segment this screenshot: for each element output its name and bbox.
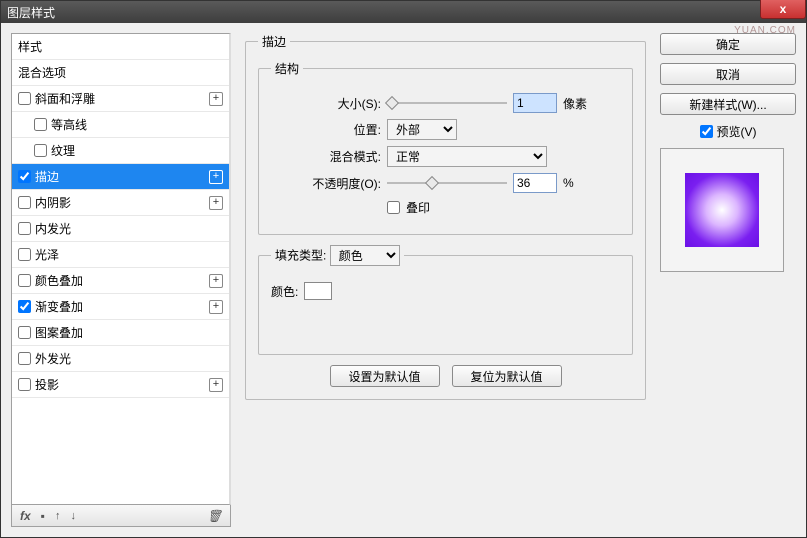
styles-header-styles[interactable]: 样式 bbox=[12, 34, 229, 60]
watermark: YUAN.COM bbox=[734, 25, 796, 36]
color-label: 颜色: bbox=[271, 283, 298, 300]
fx-icon[interactable]: fx bbox=[20, 509, 31, 523]
checkbox-drop-shadow[interactable] bbox=[18, 378, 31, 391]
styles-header-blend-options[interactable]: 混合选项 bbox=[12, 60, 229, 86]
position-row: 位置: 外部 bbox=[271, 119, 620, 140]
close-button[interactable]: x bbox=[760, 0, 806, 19]
filltype-select[interactable]: 颜色 bbox=[330, 245, 400, 266]
checkbox-stroke[interactable] bbox=[18, 170, 31, 183]
opacity-unit: % bbox=[563, 176, 574, 190]
cancel-button[interactable]: 取消 bbox=[660, 63, 796, 85]
style-item-outer-glow[interactable]: 外发光 bbox=[12, 346, 229, 372]
new-style-button[interactable]: 新建样式(W)... bbox=[660, 93, 796, 115]
structure-group: 结构 大小(S): 像素 位置: 外部 bbox=[258, 60, 633, 235]
preview-checkbox[interactable] bbox=[700, 125, 713, 138]
opacity-slider[interactable] bbox=[387, 176, 507, 190]
position-label: 位置: bbox=[271, 121, 381, 138]
up-icon[interactable]: ↑ bbox=[55, 510, 61, 522]
checkbox-outer-glow[interactable] bbox=[18, 352, 31, 365]
color-swatch[interactable] bbox=[304, 282, 332, 300]
dialog-body: 样式 混合选项 斜面和浮雕 + 等高线 纹理 描边 + bbox=[1, 23, 806, 537]
window-title: 图层样式 bbox=[7, 4, 55, 21]
style-item-bevel[interactable]: 斜面和浮雕 + bbox=[12, 86, 229, 112]
color-row: 颜色: bbox=[271, 282, 620, 300]
style-item-color-overlay[interactable]: 颜色叠加 + bbox=[12, 268, 229, 294]
style-item-stroke[interactable]: 描边 + bbox=[12, 164, 229, 190]
style-item-inner-glow[interactable]: 内发光 bbox=[12, 216, 229, 242]
right-panel: 确定 取消 新建样式(W)... 预览(V) bbox=[660, 33, 796, 527]
filltype-label: 填充类型: bbox=[275, 249, 326, 263]
add-icon[interactable]: + bbox=[209, 170, 223, 184]
titlebar[interactable]: 图层样式 x bbox=[1, 1, 806, 23]
blend-select[interactable]: 正常 bbox=[387, 146, 547, 167]
stroke-group-title: 描边 bbox=[258, 33, 290, 50]
preview-label: 预览(V) bbox=[717, 123, 757, 140]
layer-style-dialog: 图层样式 x YUAN.COM 样式 混合选项 斜面和浮雕 + 等高线 bbox=[0, 0, 807, 538]
dot-icon: ▪ bbox=[41, 509, 45, 523]
checkbox-inner-shadow[interactable] bbox=[18, 196, 31, 209]
blend-row: 混合模式: 正常 bbox=[271, 146, 620, 167]
position-select[interactable]: 外部 bbox=[387, 119, 457, 140]
style-item-satin[interactable]: 光泽 bbox=[12, 242, 229, 268]
add-icon[interactable]: + bbox=[209, 92, 223, 106]
checkbox-bevel[interactable] bbox=[18, 92, 31, 105]
blend-label: 混合模式: bbox=[271, 148, 381, 165]
size-row: 大小(S): 像素 bbox=[271, 93, 620, 113]
opacity-label: 不透明度(O): bbox=[271, 175, 381, 192]
styles-footer: fx ▪ ↑ ↓ 🗑 bbox=[11, 505, 231, 527]
preview-toggle-row: 预览(V) bbox=[660, 123, 796, 140]
style-item-pattern-overlay[interactable]: 图案叠加 bbox=[12, 320, 229, 346]
structure-title: 结构 bbox=[271, 60, 303, 77]
overprint-row: 叠印 bbox=[271, 199, 620, 216]
set-default-button[interactable]: 设置为默认值 bbox=[330, 365, 440, 387]
down-icon[interactable]: ↓ bbox=[70, 510, 76, 522]
checkbox-contour[interactable] bbox=[34, 118, 47, 131]
checkbox-inner-glow[interactable] bbox=[18, 222, 31, 235]
checkbox-satin[interactable] bbox=[18, 248, 31, 261]
stroke-group: 描边 结构 大小(S): 像素 位置: 外部 bbox=[245, 33, 646, 400]
opacity-row: 不透明度(O): % bbox=[271, 173, 620, 193]
checkbox-pattern-overlay[interactable] bbox=[18, 326, 31, 339]
overprint-label: 叠印 bbox=[406, 199, 430, 216]
preview-swatch bbox=[685, 173, 759, 247]
styles-list: 样式 混合选项 斜面和浮雕 + 等高线 纹理 描边 + bbox=[11, 33, 231, 505]
style-item-drop-shadow[interactable]: 投影 + bbox=[12, 372, 229, 398]
reset-default-button[interactable]: 复位为默认值 bbox=[452, 365, 562, 387]
add-icon[interactable]: + bbox=[209, 300, 223, 314]
add-icon[interactable]: + bbox=[209, 274, 223, 288]
center-panel: 描边 结构 大小(S): 像素 位置: 外部 bbox=[241, 33, 650, 527]
preview-box bbox=[660, 148, 784, 272]
ok-button[interactable]: 确定 bbox=[660, 33, 796, 55]
checkbox-texture[interactable] bbox=[34, 144, 47, 157]
size-slider[interactable] bbox=[387, 96, 507, 110]
add-icon[interactable]: + bbox=[209, 378, 223, 392]
size-input[interactable] bbox=[513, 93, 557, 113]
checkbox-gradient-overlay[interactable] bbox=[18, 300, 31, 313]
add-icon[interactable]: + bbox=[209, 196, 223, 210]
slider-thumb-icon[interactable] bbox=[385, 96, 399, 110]
styles-column: 样式 混合选项 斜面和浮雕 + 等高线 纹理 描边 + bbox=[11, 33, 231, 527]
default-buttons: 设置为默认值 复位为默认值 bbox=[258, 365, 633, 387]
size-label: 大小(S): bbox=[271, 95, 381, 112]
checkbox-color-overlay[interactable] bbox=[18, 274, 31, 287]
style-item-texture[interactable]: 纹理 bbox=[12, 138, 229, 164]
style-item-contour[interactable]: 等高线 bbox=[12, 112, 229, 138]
opacity-input[interactable] bbox=[513, 173, 557, 193]
style-item-gradient-overlay[interactable]: 渐变叠加 + bbox=[12, 294, 229, 320]
overprint-checkbox[interactable] bbox=[387, 201, 400, 214]
style-item-inner-shadow[interactable]: 内阴影 + bbox=[12, 190, 229, 216]
slider-thumb-icon[interactable] bbox=[425, 176, 439, 190]
size-unit: 像素 bbox=[563, 95, 587, 112]
fill-group: 填充类型: 颜色 颜色: bbox=[258, 245, 633, 355]
trash-icon[interactable]: 🗑 bbox=[207, 509, 222, 523]
